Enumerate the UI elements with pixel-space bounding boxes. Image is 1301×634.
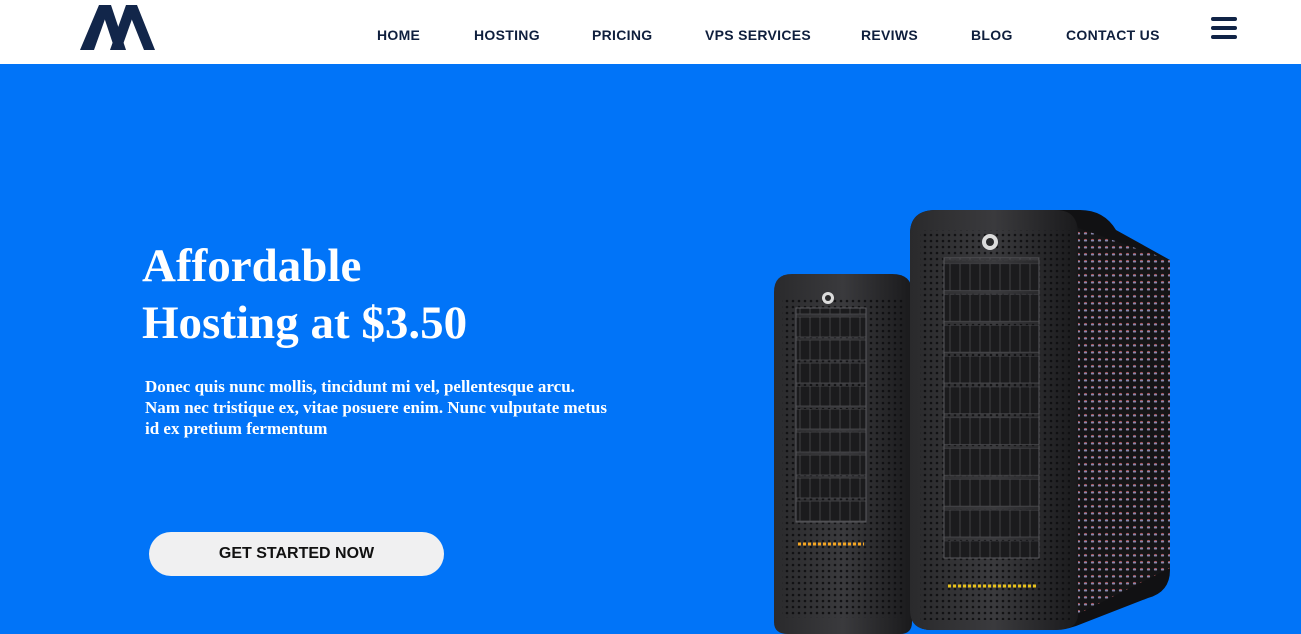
nav-contact-us-link[interactable]: CONTACT US — [1066, 27, 1160, 43]
nav-blog-link[interactable]: BLOG — [971, 27, 1013, 43]
hero-title-line-2: Hosting at $3.50 — [142, 297, 468, 349]
hero-description: Donec quis nunc mollis, tincidunt mi vel… — [145, 376, 645, 439]
small-server-tower — [774, 274, 912, 634]
server-towers-illustration — [774, 210, 1170, 634]
hero-description-line-3: id ex pretium fermentum — [145, 419, 328, 438]
hero-description-line-1: Donec quis nunc mollis, tincidunt mi vel… — [145, 377, 575, 396]
nav-pricing-link[interactable]: PRICING — [592, 27, 652, 43]
hero-description-line-2: Nam nec tristique ex, vitae posuere enim… — [145, 398, 607, 417]
nav-vps-services-link[interactable]: VPS SERVICES — [705, 27, 811, 43]
hamburger-menu-icon[interactable] — [1211, 17, 1237, 41]
main-nav: HOME HOSTING PRICING VPS SERVICES REVIWS… — [0, 27, 1301, 45]
hero-title: Affordable Hosting at $3.50 — [142, 238, 467, 352]
site-header: HOME HOSTING PRICING VPS SERVICES REVIWS… — [0, 0, 1301, 64]
nav-hosting-link[interactable]: HOSTING — [474, 27, 540, 43]
get-started-button[interactable]: GET STARTED NOW — [149, 532, 444, 576]
nav-home-link[interactable]: HOME — [377, 27, 420, 43]
hero-title-line-1: Affordable — [142, 240, 362, 292]
large-server-tower — [910, 210, 1170, 630]
hero-section: Affordable Hosting at $3.50 Donec quis n… — [0, 64, 1301, 634]
nav-reviews-link[interactable]: REVIWS — [861, 27, 918, 43]
